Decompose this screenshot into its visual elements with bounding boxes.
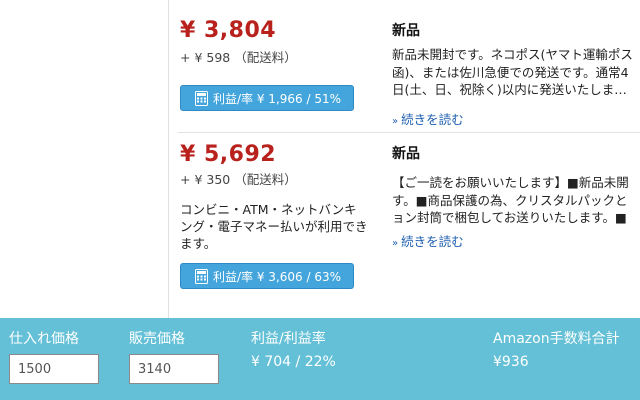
profit-label: 利益/利益率 bbox=[251, 331, 326, 347]
description-line: 函)、または佐川急便での発送です。通常4 bbox=[392, 64, 629, 80]
description-line: 新品未開封です。ネコポス(ヤマト運輸ポス bbox=[392, 47, 633, 62]
offer-item: ¥ 5,692 + ¥ 350 （配送料） コンビニ・ATM・ネットバンキング・… bbox=[178, 133, 640, 318]
profit-calc-label: 利益/率 ¥ 3,606 / 63% bbox=[213, 269, 342, 284]
offer-condition: 新品 bbox=[392, 146, 420, 162]
profit-calc-label: 利益/率 ¥ 1,966 / 51% bbox=[213, 91, 342, 106]
description-line: 【ご一読をお願いいたします】■新品未開 bbox=[392, 175, 629, 190]
payment-note: コンビニ・ATM・ネットバンキング・電子マネー払いが利用できます。 bbox=[180, 202, 368, 251]
sale-price-label: 販売価格 bbox=[129, 331, 185, 347]
column-divider bbox=[168, 0, 169, 318]
profit-calc-button[interactable]: 利益/率 ¥ 3,606 / 63% bbox=[180, 263, 354, 289]
amazon-fee-label: Amazon手数料合計 bbox=[493, 331, 620, 347]
offer-condition: 新品 bbox=[392, 23, 420, 39]
double-chevron-icon: » bbox=[392, 116, 399, 127]
offer-description: 【ご一読をお願いいたします】■新品未開 す。■商品保護の為、クリスタルパックと … bbox=[392, 174, 640, 227]
purchase-price-input[interactable] bbox=[9, 354, 99, 384]
offer-shipping: + ¥ 598 （配送料） bbox=[180, 50, 297, 65]
offer-list: ¥ 3,804 + ¥ 598 （配送料） 利益/率 ¥ 1,966 / 51%… bbox=[178, 0, 640, 318]
double-chevron-icon: » bbox=[392, 238, 399, 249]
description-line: ョン封筒で梱包してお送りいたします。■ bbox=[392, 210, 627, 225]
offer-shipping: + ¥ 350 （配送料） bbox=[180, 172, 297, 187]
sale-price-input[interactable] bbox=[129, 354, 219, 384]
read-more-link[interactable]: » 続きを読む bbox=[392, 109, 464, 128]
read-more-label: 続きを読む bbox=[401, 234, 464, 249]
offer-description: 新品未開封です。ネコポス(ヤマト運輸ポス 函)、または佐川急便での発送です。通常… bbox=[392, 46, 640, 99]
description-line: す。■商品保護の為、クリスタルパックと bbox=[392, 192, 628, 208]
purchase-price-label: 仕入れ価格 bbox=[9, 331, 79, 347]
profit-calculator-panel: 仕入れ価格 販売価格 利益/利益率 ¥ 704 / 22% Amazon手数料合… bbox=[0, 318, 640, 400]
offer-item: ¥ 3,804 + ¥ 598 （配送料） 利益/率 ¥ 1,966 / 51%… bbox=[178, 0, 640, 132]
profit-value: ¥ 704 / 22% bbox=[251, 354, 336, 370]
calculator-icon bbox=[195, 90, 208, 106]
read-more-link[interactable]: » 続きを読む bbox=[392, 231, 464, 250]
read-more-label: 続きを読む bbox=[401, 112, 464, 127]
description-line: 日(土、日、祝除く)以内に発送いたしま… bbox=[392, 82, 627, 97]
profit-calc-button[interactable]: 利益/率 ¥ 1,966 / 51% bbox=[180, 85, 354, 111]
offer-price: ¥ 3,804 bbox=[180, 18, 277, 43]
calculator-icon bbox=[195, 268, 208, 284]
amazon-fee-value: ¥936 bbox=[493, 354, 529, 370]
offer-price: ¥ 5,692 bbox=[180, 142, 277, 167]
left-gutter bbox=[0, 0, 168, 318]
